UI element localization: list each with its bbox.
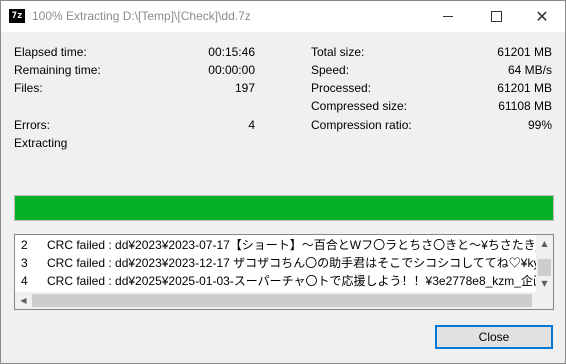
progress-bar (14, 195, 554, 221)
vertical-scrollbar[interactable]: ▲ ▼ (536, 235, 553, 292)
processed-value: 61201 MB (497, 81, 552, 95)
total-size-label: Total size: (311, 45, 365, 59)
item-number: 2 (21, 238, 28, 252)
horizontal-scroll-thumb[interactable] (32, 294, 532, 307)
extract-window: 7z 100% Extracting D:\[Temp]\[Check]\dd.… (0, 0, 566, 364)
close-icon: ✕ (535, 6, 549, 26)
maximize-icon (490, 11, 502, 22)
errors-label: Errors: (14, 118, 50, 132)
scrollbar-corner (536, 292, 553, 309)
compression-ratio-label: Compression ratio: (311, 118, 412, 132)
speed-value: 64 MB/s (507, 63, 552, 77)
maximize-button[interactable] (473, 1, 519, 32)
compression-ratio-value: 99% (527, 118, 552, 132)
minimize-icon (443, 16, 453, 17)
scroll-down-icon[interactable]: ▼ (536, 275, 553, 292)
scroll-left-icon[interactable]: ◀ (15, 292, 32, 309)
item-number: 4 (21, 274, 28, 288)
compressed-size-value: 61108 MB (498, 99, 552, 113)
horizontal-scrollbar[interactable]: ◀ (15, 292, 536, 309)
remaining-time-label: Remaining time: (14, 63, 101, 77)
close-button[interactable]: Close (435, 325, 553, 349)
close-window-button[interactable]: ✕ (519, 1, 565, 32)
title-bar[interactable]: 7z 100% Extracting D:\[Temp]\[Check]\dd.… (1, 1, 565, 32)
operation-status: Extracting (14, 136, 68, 150)
progress-fill (15, 196, 553, 220)
vertical-scroll-thumb[interactable] (538, 259, 551, 276)
item-text: CRC failed : dd¥2023¥2023-07-17【ショート】～百合… (47, 238, 553, 252)
list-item[interactable]: 3 CRC failed : dd¥2023¥2023-12-17 ザコザコちん〇… (21, 254, 553, 272)
remaining-time-value: 00:00:00 (208, 63, 255, 77)
total-size-value: 61201 MB (497, 45, 552, 59)
speed-label: Speed: (311, 63, 350, 77)
item-text: CRC failed : dd¥2023¥2023-12-17 ザコザコちん〇の… (47, 256, 553, 270)
files-value: 197 (234, 81, 255, 95)
processed-label: Processed: (311, 81, 372, 95)
window-title: 100% Extracting D:\[Temp]\[Check]\dd.7z (32, 9, 251, 23)
list-item[interactable]: 4 CRC failed : dd¥2025¥2025-01-03-スーパーチャ〇… (21, 272, 554, 290)
elapsed-time-value: 00:15:46 (208, 45, 255, 59)
minimize-button[interactable] (425, 1, 471, 32)
error-list[interactable]: 2 CRC failed : dd¥2023¥2023-07-17【ショート】～百… (14, 234, 554, 310)
7zip-app-icon: 7z (9, 9, 25, 23)
errors-value: 4 (248, 118, 255, 132)
compressed-size-label: Compressed size: (311, 99, 408, 113)
scroll-up-icon[interactable]: ▲ (536, 235, 553, 252)
files-label: Files: (14, 81, 43, 95)
item-text: CRC failed : dd¥2025¥2025-01-03-スーパーチャ〇ト… (47, 274, 554, 288)
list-item[interactable]: 2 CRC failed : dd¥2023¥2023-07-17【ショート】～百… (21, 236, 553, 254)
elapsed-time-label: Elapsed time: (14, 45, 87, 59)
item-number: 3 (21, 256, 28, 270)
